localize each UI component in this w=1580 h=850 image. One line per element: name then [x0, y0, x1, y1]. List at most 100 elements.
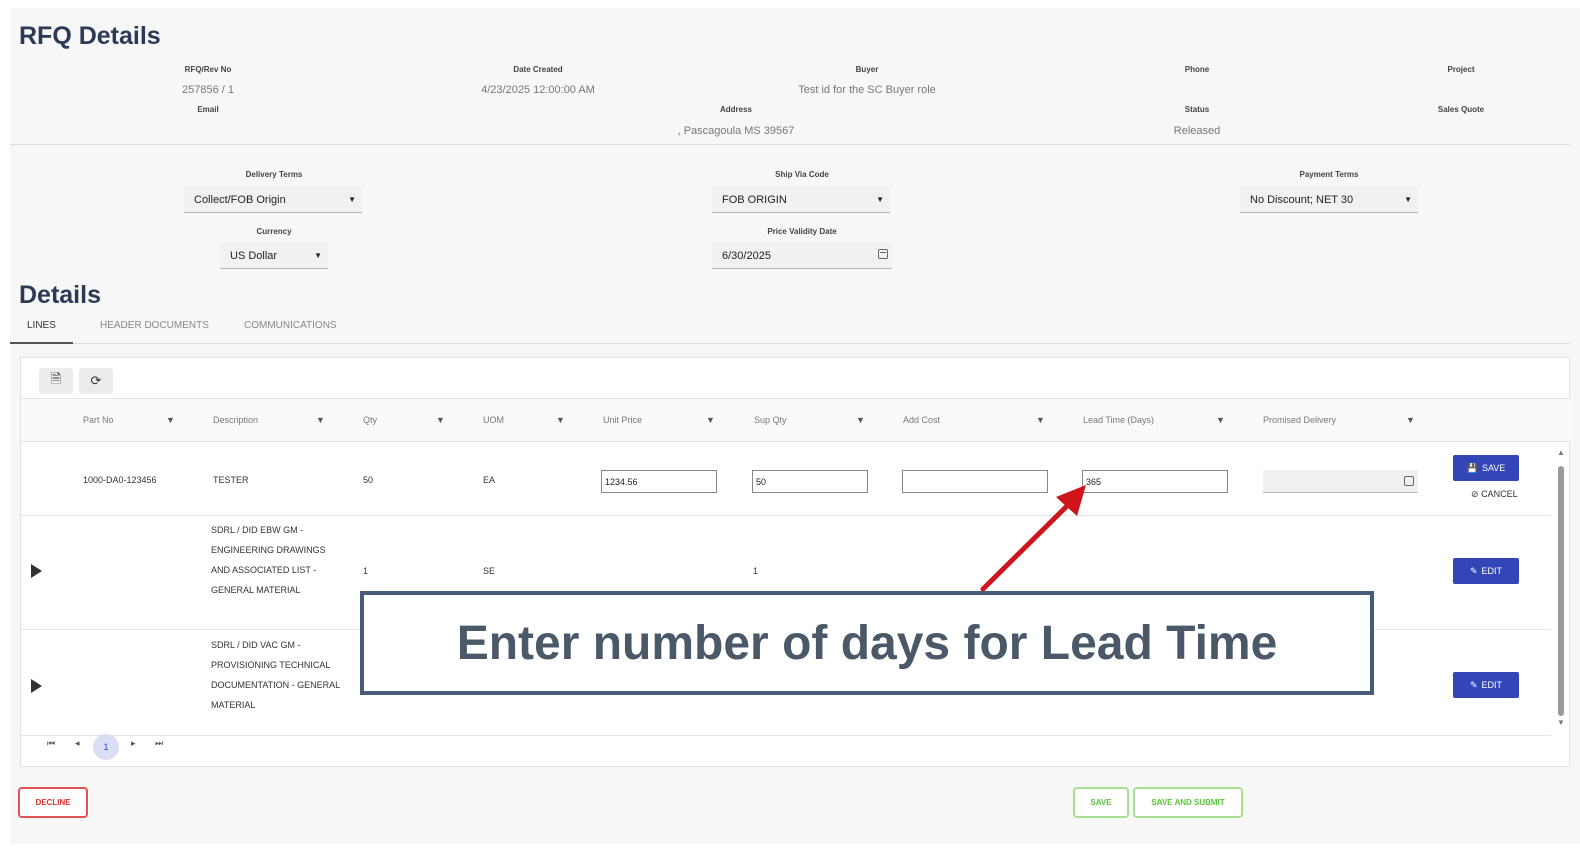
- currency-select[interactable]: US Dollar ▼: [220, 243, 328, 269]
- rfq-rev-value: 257856 / 1: [182, 84, 234, 96]
- payment-terms-value: No Discount; NET 30: [1250, 194, 1354, 206]
- scrollbar-thumb[interactable]: [1558, 466, 1564, 716]
- filter-icon[interactable]: ▼: [1036, 415, 1045, 425]
- filter-icon[interactable]: ▼: [316, 415, 325, 425]
- row-cancel-button[interactable]: ⊘ CANCEL: [1471, 489, 1518, 500]
- row-divider: [21, 515, 1551, 516]
- filter-icon[interactable]: ▼: [1406, 415, 1415, 425]
- save-and-submit-button[interactable]: SAVE AND SUBMIT: [1133, 787, 1243, 818]
- price-validity-date-input[interactable]: 6/30/2025: [712, 243, 892, 269]
- description-cell: TESTER: [213, 475, 249, 485]
- row-save-button[interactable]: 💾 SAVE: [1453, 455, 1519, 481]
- tab-header-documents[interactable]: HEADER DOCUMENTS: [100, 320, 209, 331]
- dropdown-arrow-icon: ▼: [314, 251, 322, 260]
- refresh-button[interactable]: ⟳: [79, 368, 113, 394]
- section-divider: [10, 144, 1570, 145]
- ship-via-value: FOB ORIGIN: [722, 194, 787, 206]
- delivery-terms-label: Delivery Terms: [245, 170, 303, 179]
- save-icon: 💾: [1466, 462, 1478, 473]
- col-header-qty[interactable]: Qty: [363, 415, 377, 425]
- refresh-icon: ⟳: [90, 373, 102, 388]
- delivery-terms-select[interactable]: Collect/FOB Origin ▼: [184, 187, 362, 213]
- row-cancel-label: CANCEL: [1481, 489, 1518, 499]
- filter-icon[interactable]: ▼: [436, 415, 445, 425]
- address-value: , Pascagoula MS 39567: [677, 125, 795, 137]
- edit-button[interactable]: ✎ EDIT: [1453, 558, 1519, 584]
- tab-communications[interactable]: COMMUNICATIONS: [244, 320, 337, 331]
- details-title: Details: [19, 281, 101, 309]
- buyer-label: Buyer: [855, 65, 879, 74]
- document-icon: 🗎: [50, 371, 62, 386]
- col-header-unit-price[interactable]: Unit Price: [603, 415, 642, 425]
- filter-icon[interactable]: ▼: [856, 415, 865, 425]
- col-header-sup-qty[interactable]: Sup Qty: [754, 415, 787, 425]
- status-value: Released: [1173, 125, 1221, 137]
- add-cost-input[interactable]: [902, 470, 1048, 493]
- rfq-rev-label: RFQ/Rev No: [184, 65, 232, 74]
- sales-quote-label: Sales Quote: [1437, 105, 1485, 114]
- address-label: Address: [719, 105, 753, 114]
- uom-cell: EA: [483, 475, 496, 485]
- grid-header-row: Part No ▼ Description ▼ Qty ▼ UOM ▼ Unit…: [21, 398, 1571, 442]
- date-created-value: 4/23/2025 12:00:00 AM: [481, 84, 595, 96]
- currency-value: US Dollar: [230, 250, 278, 262]
- col-header-description[interactable]: Description: [213, 415, 258, 425]
- current-page-button[interactable]: 1: [93, 734, 119, 760]
- description-cell: SDRL / DID VAC GM - PROVISIONING TECHNIC…: [211, 640, 340, 710]
- next-page-icon[interactable]: ▸: [131, 738, 136, 749]
- edit-button[interactable]: ✎ EDIT: [1453, 672, 1519, 698]
- expand-row-icon[interactable]: [31, 679, 42, 693]
- payment-terms-select[interactable]: No Discount; NET 30 ▼: [1240, 187, 1418, 213]
- price-validity-label: Price Validity Date: [767, 227, 837, 236]
- status-label: Status: [1184, 105, 1210, 114]
- pencil-icon: ✎: [1469, 565, 1478, 576]
- ship-via-label: Ship Via Code: [775, 170, 829, 179]
- scroll-down-icon[interactable]: ▼: [1557, 718, 1565, 727]
- col-header-part-no[interactable]: Part No: [83, 415, 114, 425]
- buyer-value: Test id for the SC Buyer role: [798, 84, 936, 96]
- lead-time-callout: Enter number of days for Lead Time: [360, 591, 1374, 695]
- filter-icon[interactable]: ▼: [1216, 415, 1225, 425]
- delivery-terms-value: Collect/FOB Origin: [194, 194, 286, 206]
- col-header-promised-delivery[interactable]: Promised Delivery: [1263, 415, 1336, 425]
- col-header-uom[interactable]: UOM: [483, 415, 504, 425]
- col-header-add-cost[interactable]: Add Cost: [903, 415, 940, 425]
- date-created-label: Date Created: [513, 65, 563, 74]
- qty-cell: 1: [363, 566, 369, 576]
- description-cell: SDRL / DID EBW GM - ENGINEERING DRAWINGS…: [211, 525, 326, 595]
- save-button[interactable]: SAVE: [1073, 787, 1129, 818]
- decline-button[interactable]: DECLINE: [18, 787, 88, 818]
- calendar-icon[interactable]: [878, 249, 888, 259]
- active-tab-indicator: [10, 342, 73, 344]
- row-save-label: SAVE: [1481, 463, 1506, 473]
- payment-terms-label: Payment Terms: [1299, 170, 1359, 179]
- sup-qty-cell: 1: [753, 566, 759, 576]
- prev-page-icon[interactable]: ◂: [75, 738, 80, 749]
- last-page-icon[interactable]: ⏭: [155, 738, 163, 749]
- col-header-lead-time[interactable]: Lead Time (Days): [1083, 415, 1154, 425]
- filter-icon[interactable]: ▼: [166, 415, 175, 425]
- expand-row-icon[interactable]: [31, 564, 42, 578]
- vertical-scrollbar[interactable]: ▲ ▼: [1556, 448, 1566, 733]
- first-page-icon[interactable]: ⏮: [47, 738, 55, 749]
- edit-label: EDIT: [1481, 566, 1503, 576]
- qty-cell: 50: [363, 475, 374, 485]
- lead-time-input[interactable]: [1082, 470, 1228, 493]
- phone-label: Phone: [1184, 65, 1210, 74]
- sup-qty-input[interactable]: [752, 470, 868, 493]
- tab-lines[interactable]: LINES: [27, 320, 56, 331]
- currency-label: Currency: [256, 227, 292, 236]
- filter-icon[interactable]: ▼: [556, 415, 565, 425]
- filter-icon[interactable]: ▼: [706, 415, 715, 425]
- scroll-up-icon[interactable]: ▲: [1557, 448, 1565, 457]
- edit-label: EDIT: [1481, 680, 1503, 690]
- calendar-icon[interactable]: [1404, 476, 1414, 486]
- promised-delivery-input[interactable]: [1263, 470, 1418, 493]
- export-button[interactable]: 🗎: [39, 368, 73, 394]
- project-label: Project: [1447, 65, 1475, 74]
- unit-price-input[interactable]: [601, 470, 717, 493]
- row-divider: [21, 735, 1551, 736]
- ship-via-select[interactable]: FOB ORIGIN ▼: [712, 187, 890, 213]
- pencil-icon: ✎: [1469, 679, 1478, 690]
- dropdown-arrow-icon: ▼: [348, 195, 356, 204]
